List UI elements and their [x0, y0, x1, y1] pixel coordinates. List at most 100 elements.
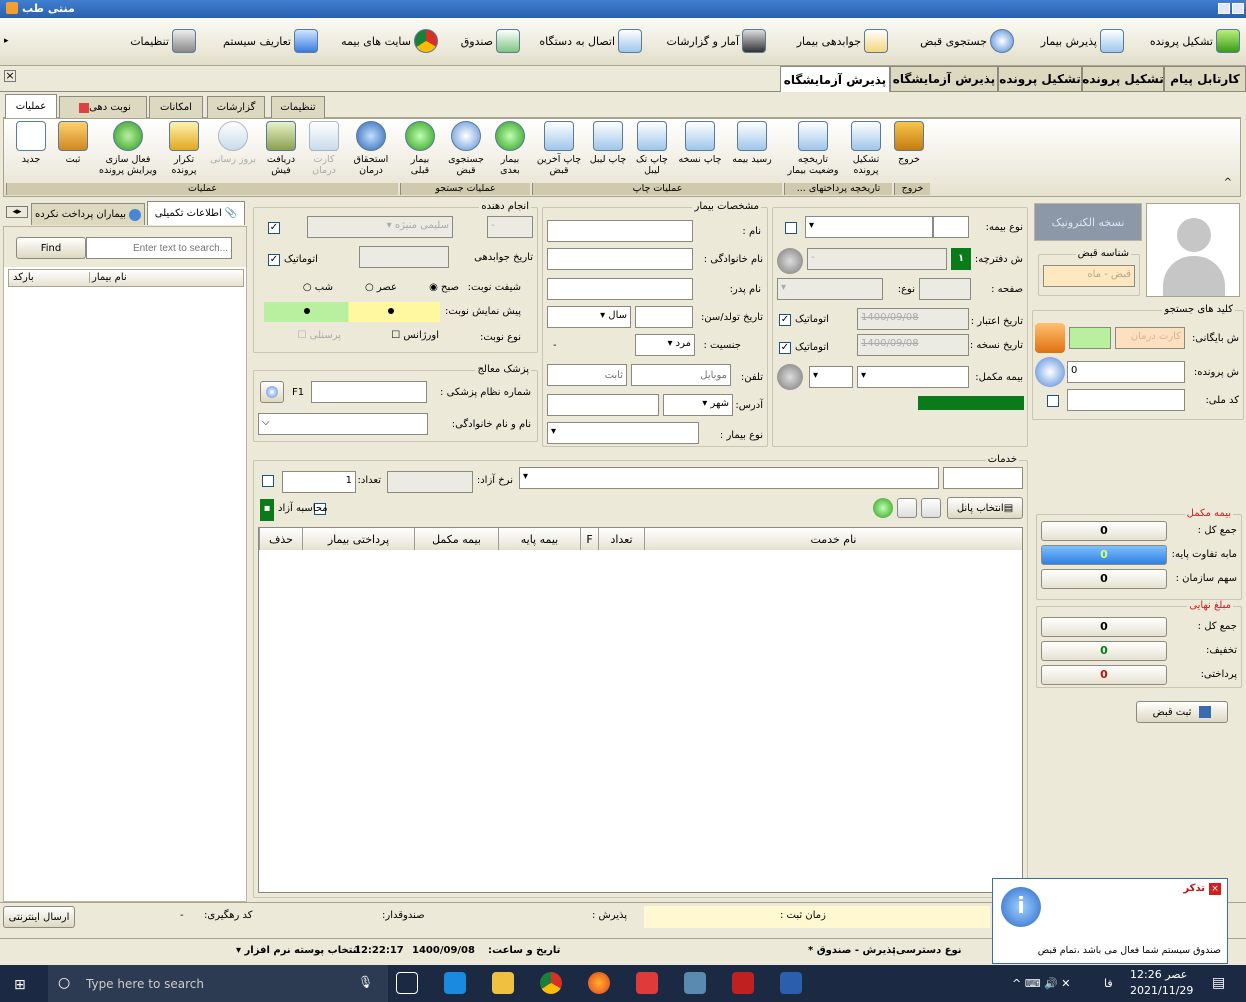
ribbon-tab-settings[interactable]: تنظیمات — [271, 96, 325, 118]
print-last-receipt-button[interactable]: چاپ آخرین قبض — [534, 121, 584, 176]
send-online-button[interactable]: ارسال اینترنتی — [3, 906, 75, 928]
mobile-input[interactable] — [631, 364, 731, 386]
kind-select[interactable]: ▾ — [777, 278, 883, 300]
medical-code-input[interactable] — [311, 381, 427, 403]
ribbon-tab-operations[interactable]: عملیات — [5, 94, 57, 118]
close-doc-icon[interactable]: × — [4, 70, 16, 82]
validity-date-input[interactable]: 1400/09/08 — [857, 308, 969, 330]
left-search-input[interactable] — [86, 237, 232, 259]
answer-date-input[interactable] — [359, 246, 449, 268]
menu-patient-results[interactable]: جوابدهی بیمار — [797, 28, 888, 54]
software-skin-label[interactable]: انتخاب پوسته نرم افزار ▾ — [236, 945, 360, 956]
activate-edit-button[interactable]: فعال سازی ویرایش پرونده — [96, 121, 160, 176]
firefox-icon[interactable] — [588, 972, 610, 994]
col-service-name[interactable]: نام خدمت — [644, 528, 1022, 550]
landline-input[interactable] — [547, 364, 627, 386]
menu-cashbox[interactable]: صندوق — [461, 28, 520, 54]
edge-icon[interactable] — [444, 972, 466, 994]
city-select[interactable]: شهر ▾ — [663, 394, 733, 416]
search-file-icon[interactable] — [1035, 357, 1065, 387]
windows-start-icon[interactable]: ⊞ — [14, 977, 26, 993]
supplementary-code-input[interactable]: ▾ — [809, 366, 853, 388]
count-input[interactable]: 1 — [282, 471, 356, 493]
taskbar-search[interactable]: ○ Type here to search 🎙 — [48, 965, 388, 1002]
tab-lab-reception-1[interactable]: پذیرش آزمایشگاه — [890, 66, 998, 91]
col-supp-insurance[interactable]: بیمه مکمل — [414, 528, 498, 550]
task-view-icon[interactable] — [396, 972, 418, 994]
doctor-name-select[interactable]: ⌵ — [258, 413, 428, 435]
service-select[interactable]: ▾ — [519, 467, 939, 489]
gender-select[interactable]: مرد ▾ — [635, 334, 695, 356]
menu-insurance-sites[interactable]: سایت های بیمه — [341, 28, 438, 54]
tab-scroll-arrows[interactable]: ◂▸ — [6, 206, 28, 218]
age-unit-select[interactable]: سال ▾ — [547, 306, 631, 328]
address-input[interactable] — [547, 394, 659, 416]
free-rate-input[interactable] — [387, 471, 473, 493]
menu-system-definitions[interactable]: تعاریف سیستم — [223, 28, 318, 54]
refresh-icon[interactable] — [873, 498, 893, 518]
col-count[interactable]: تعداد — [598, 528, 644, 550]
restore-icon[interactable] — [1218, 3, 1230, 14]
previous-patient-button[interactable]: بیمار قبلی — [402, 121, 438, 176]
next-patient-button[interactable]: بیمار بعدی — [492, 121, 528, 176]
close-notification-icon[interactable]: × — [1209, 883, 1221, 895]
tab-message-inbox[interactable]: کارتابل پیام — [1164, 66, 1246, 91]
supplementary-select[interactable]: ▾ — [857, 366, 969, 388]
provider-checkbox[interactable]: ✓ — [268, 222, 280, 234]
notification-center-icon[interactable]: ▤ — [1212, 975, 1225, 991]
search-receipt-button[interactable]: جستجوی قبض — [444, 121, 488, 176]
provider-code-input[interactable]: - — [487, 216, 533, 238]
tab-additional-info[interactable]: اطلاعات تکمیلی 📎 — [147, 201, 245, 225]
tab-lab-reception-active[interactable]: پذیرش آزمایشگاه — [780, 66, 890, 92]
rx-auto-checkbox[interactable]: ✓ — [779, 342, 791, 354]
save-button[interactable]: ثبت — [56, 121, 90, 165]
collapse-ribbon-icon[interactable]: ^ — [1224, 177, 1232, 188]
col-barcode[interactable]: بارکد — [13, 272, 34, 283]
shift-night-radio[interactable]: شب ○ — [303, 282, 333, 293]
auto-checkbox[interactable]: ✓ — [268, 254, 280, 266]
print-label-button[interactable]: چاپ لیبل — [588, 121, 628, 165]
treatment-card-input[interactable]: کارت درمان — [1115, 327, 1185, 349]
patient-history-button[interactable]: تاریخچه وضعیت بیمار — [784, 121, 842, 176]
treatment-eligibility-button[interactable]: استحقاق درمان — [348, 121, 394, 176]
update-button[interactable]: بروز رسانی — [208, 121, 258, 165]
menu-statistics-reports[interactable]: آمار و گزارشات — [666, 28, 766, 54]
file-explorer-icon[interactable] — [492, 972, 514, 994]
patient-type-select[interactable]: ▾ — [547, 422, 699, 444]
app-icon-1[interactable] — [684, 972, 706, 994]
overflow-chevron-icon[interactable]: ▸ — [4, 36, 9, 46]
book-no-input[interactable]: - — [807, 248, 947, 270]
doctor-search-button[interactable] — [260, 381, 284, 403]
national-code-input[interactable] — [1067, 389, 1185, 411]
rss-icon[interactable] — [1035, 323, 1065, 353]
find-button[interactable]: Find — [16, 237, 86, 259]
shift-morning-radio[interactable]: صبح ◉ — [429, 282, 459, 293]
app-icon-2[interactable] — [732, 972, 754, 994]
inquiry-icon[interactable] — [777, 248, 803, 274]
menu-settings[interactable]: تنظیمات — [130, 28, 196, 54]
provider-select[interactable]: سلیمی منیژه ▾ — [307, 216, 453, 238]
language-indicator[interactable]: فا — [1104, 977, 1113, 990]
clock-time[interactable]: 12:26 عصر — [1130, 968, 1187, 981]
chrome-taskbar-icon[interactable] — [540, 972, 562, 994]
col-patient-name[interactable]: نام بیمار — [89, 272, 127, 283]
service-code-input[interactable] — [943, 467, 1023, 489]
archive-input[interactable] — [1069, 327, 1111, 349]
print-prescription-button[interactable]: چاپ نسخه — [676, 121, 724, 165]
father-name-input[interactable] — [547, 278, 693, 300]
file-no-input[interactable]: 0 — [1067, 361, 1185, 383]
tab-unpaid-patients[interactable]: بیماران پرداخت نکرده — [31, 203, 145, 225]
save-receipt-button[interactable]: ثبت قبض — [1136, 701, 1228, 723]
insurance-code-input[interactable] — [933, 216, 969, 238]
treatment-card-button[interactable]: کارت درمان — [306, 121, 342, 176]
menu-patient-reception[interactable]: پذیرش بیمار — [1041, 28, 1124, 54]
menu-device-connection[interactable]: اتصال به دستگاه — [539, 28, 642, 54]
col-delete[interactable]: حذف — [259, 528, 302, 550]
rx-date-input[interactable]: 1400/09/08 — [857, 334, 969, 356]
col-f[interactable]: F — [580, 528, 598, 550]
menu-search-receipt[interactable]: جستجوی قبض — [920, 28, 1014, 54]
close-icon[interactable] — [1232, 3, 1244, 14]
staff-checkbox[interactable]: پرسنلی ☐ — [298, 330, 342, 341]
menu-create-file[interactable]: تشکیل پرونده — [1150, 28, 1240, 54]
tab-create-file-2[interactable]: تشکیل پرونده — [998, 66, 1082, 91]
